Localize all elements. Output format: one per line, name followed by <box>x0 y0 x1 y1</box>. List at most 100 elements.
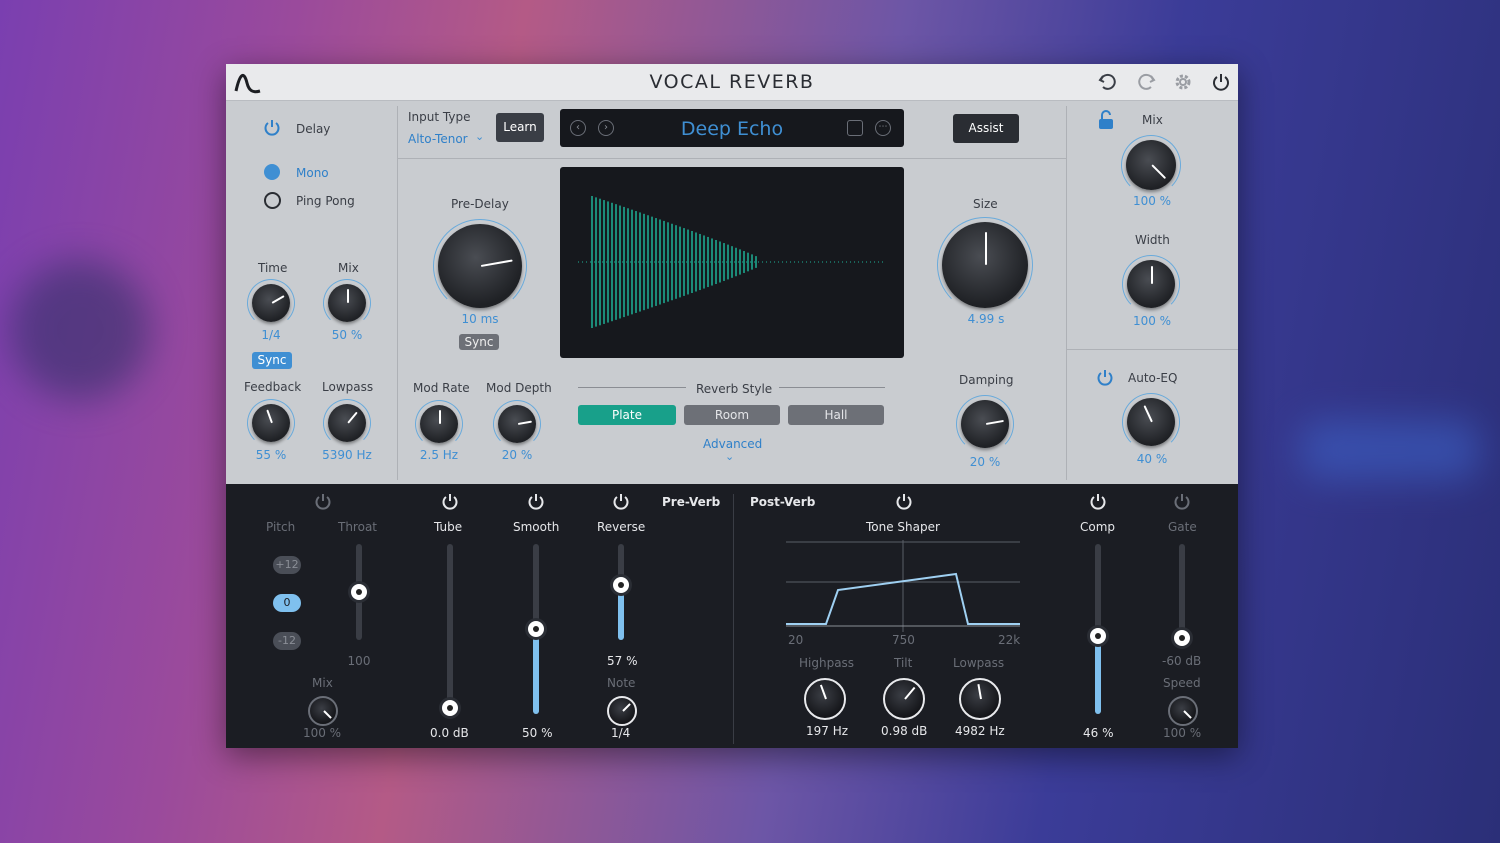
pitch-power-icon[interactable] <box>314 493 332 511</box>
tone-axis-20: 20 <box>788 633 804 647</box>
mono-radio[interactable] <box>264 164 280 180</box>
throat-label: Throat <box>338 520 378 534</box>
tilt-value: 0.98 dB <box>881 724 928 738</box>
mod-depth-knob[interactable] <box>493 400 541 448</box>
lock-icon[interactable] <box>1097 109 1115 131</box>
pitch-minus12-button[interactable]: -12 <box>273 632 301 650</box>
tone-shaper-power-icon[interactable] <box>895 493 913 511</box>
comp-value: 46 % <box>1083 726 1114 740</box>
highpass-label: Highpass <box>799 656 855 670</box>
throat-value: 100 <box>347 654 371 668</box>
feedback-value: 55 % <box>255 448 287 462</box>
time-knob[interactable] <box>247 279 295 327</box>
auto-eq-knob[interactable] <box>1122 393 1180 451</box>
pitch-mix-knob[interactable] <box>308 696 338 726</box>
pre-delay-label: Pre-Delay <box>451 197 509 211</box>
pre-verb-title: Pre-Verb <box>662 495 721 509</box>
feedback-knob[interactable] <box>247 399 295 447</box>
advanced-toggle[interactable]: Advanced <box>703 437 762 451</box>
style-hall-button[interactable]: Hall <box>788 405 884 425</box>
gate-label: Gate <box>1168 520 1197 534</box>
pitch-mix-value: 100 % <box>302 726 342 740</box>
note-knob[interactable] <box>607 696 637 726</box>
size-label: Size <box>973 197 998 211</box>
reverse-value: 57 % <box>607 654 638 668</box>
size-value: 4.99 s <box>967 312 1005 326</box>
tube-power-icon[interactable] <box>441 493 459 511</box>
highpass-knob[interactable] <box>804 678 846 720</box>
input-type-dropdown[interactable]: Alto-Tenor <box>408 132 468 146</box>
pre-delay-sync-button[interactable]: Sync <box>459 334 499 350</box>
tone-lowpass-knob[interactable] <box>959 678 1001 720</box>
reverb-waveform-display <box>560 167 904 358</box>
reverse-slider[interactable] <box>613 544 629 640</box>
delay-lowpass-label: Lowpass <box>322 380 374 394</box>
tone-axis-750: 750 <box>892 633 915 647</box>
output-mix-knob[interactable] <box>1121 135 1181 195</box>
tube-label: Tube <box>434 520 463 534</box>
speed-label: Speed <box>1163 676 1201 690</box>
app-title: VOCAL REVERB <box>649 71 815 93</box>
delay-label: Delay <box>296 122 331 136</box>
speed-knob[interactable] <box>1168 696 1198 726</box>
background-blur <box>10 260 150 400</box>
smooth-slider[interactable] <box>528 544 544 714</box>
ping-pong-radio[interactable] <box>264 192 281 209</box>
delay-power-icon[interactable] <box>263 119 281 137</box>
delay-lowpass-knob[interactable] <box>323 399 371 447</box>
comp-slider[interactable] <box>1090 544 1106 714</box>
comp-power-icon[interactable] <box>1089 493 1107 511</box>
style-room-button[interactable]: Room <box>684 405 780 425</box>
pre-delay-value: 10 ms <box>461 312 499 326</box>
plugin-window: VOCAL REVERB Delay Mono Ping Pong Time 1… <box>226 64 1238 748</box>
pitch-zero-button[interactable]: 0 <box>273 594 301 612</box>
throat-slider[interactable] <box>351 544 367 640</box>
auto-eq-value: 40 % <box>1136 452 1168 466</box>
note-label: Note <box>607 676 636 690</box>
tilt-label: Tilt <box>894 656 913 670</box>
input-type-label: Input Type <box>408 110 471 124</box>
comp-label: Comp <box>1080 520 1116 534</box>
tone-shaper-label: Tone Shaper <box>866 520 940 534</box>
post-verb-title: Post-Verb <box>750 495 816 509</box>
damping-knob[interactable] <box>956 395 1014 453</box>
preset-browser-icon[interactable] <box>847 120 863 136</box>
assist-button[interactable]: Assist <box>953 114 1019 143</box>
delay-mix-knob[interactable] <box>323 279 371 327</box>
power-icon[interactable] <box>1210 71 1232 93</box>
redo-icon[interactable] <box>1135 71 1157 93</box>
settings-gear-icon[interactable] <box>1172 71 1194 93</box>
delay-mix-value: 50 % <box>331 328 363 342</box>
gate-slider[interactable] <box>1174 544 1190 646</box>
time-label: Time <box>258 261 288 275</box>
style-plate-button[interactable]: Plate <box>578 405 676 425</box>
chevron-down-icon[interactable]: ⌄ <box>725 450 734 463</box>
reverse-power-icon[interactable] <box>612 493 630 511</box>
smooth-value: 50 % <box>522 726 553 740</box>
speed-value: 100 % <box>1163 726 1202 740</box>
divider <box>1067 349 1238 350</box>
size-knob[interactable] <box>937 217 1033 313</box>
pre-delay-knob[interactable] <box>433 219 527 313</box>
learn-button[interactable]: Learn <box>496 113 544 142</box>
preset-menu-icon[interactable]: ⋯ <box>875 120 891 136</box>
smooth-power-icon[interactable] <box>527 493 545 511</box>
width-knob[interactable] <box>1122 255 1180 313</box>
mod-rate-label: Mod Rate <box>413 381 470 395</box>
preset-bar: ‹ › Deep Echo ⋯ <box>560 109 904 147</box>
tone-axis-22k: 22k <box>998 633 1021 647</box>
pitch-plus12-button[interactable]: +12 <box>273 556 301 574</box>
time-value: 1/4 <box>261 328 281 342</box>
gate-power-icon[interactable] <box>1173 493 1191 511</box>
effects-panel: Pitch Throat +12 0 -12 100 Mix 100 % Tub… <box>226 484 1238 748</box>
undo-icon[interactable] <box>1097 71 1119 93</box>
mod-rate-knob[interactable] <box>415 400 463 448</box>
tilt-knob[interactable] <box>883 678 925 720</box>
delay-sync-button[interactable]: Sync <box>252 352 292 369</box>
tube-slider[interactable] <box>442 544 458 716</box>
auto-eq-power-icon[interactable] <box>1096 369 1114 387</box>
note-value: 1/4 <box>611 726 631 740</box>
background-blur <box>1300 420 1480 480</box>
chevron-down-icon[interactable]: ⌄ <box>475 130 484 143</box>
feedback-label: Feedback <box>244 380 302 394</box>
